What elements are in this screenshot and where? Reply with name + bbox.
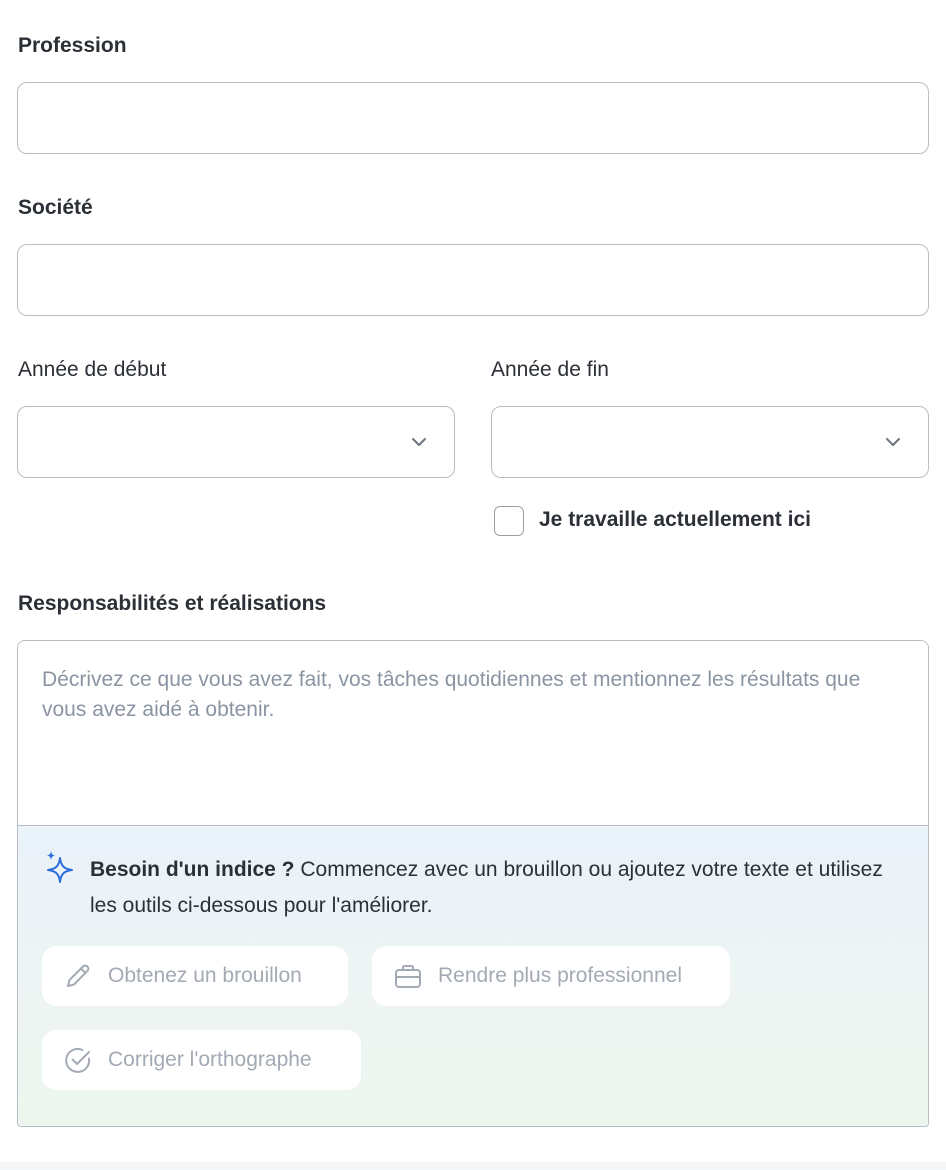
responsibilities-textarea[interactable]	[18, 641, 928, 826]
end-year-select[interactable]	[491, 406, 929, 478]
hint-text: Besoin d'un indice ? Commencez avec un b…	[90, 852, 900, 924]
briefcase-icon	[395, 965, 421, 988]
currently-working-label[interactable]: Je travaille actuellement ici	[539, 508, 811, 532]
pencil-icon	[67, 964, 90, 987]
start-year-select[interactable]	[17, 406, 455, 478]
chevron-down-icon	[412, 438, 426, 446]
profession-label: Profession	[18, 34, 127, 57]
responsibilities-editor: Besoin d'un indice ? Commencez avec un b…	[17, 640, 929, 1127]
get-draft-button[interactable]: Obtenez un brouillon	[42, 946, 348, 1006]
make-professional-button[interactable]: Rendre plus professionnel	[372, 946, 730, 1006]
fix-spelling-button[interactable]: Corriger l'orthographe	[42, 1030, 361, 1090]
currently-working-checkbox[interactable]	[494, 506, 524, 536]
check-circle-icon	[65, 1047, 91, 1073]
divider	[0, 1162, 946, 1170]
responsibilities-label: Responsabilités et réalisations	[18, 592, 327, 615]
chevron-down-icon	[886, 438, 900, 446]
fix-spelling-label: Corriger l'orthographe	[108, 1048, 312, 1071]
make-professional-label: Rendre plus professionnel	[438, 964, 682, 987]
start-year-label: Année de début	[18, 358, 167, 381]
profession-input[interactable]	[17, 82, 929, 154]
company-label: Société	[18, 196, 93, 219]
get-draft-label: Obtenez un brouillon	[108, 964, 302, 987]
hint-title: Besoin d'un indice ?	[90, 858, 295, 881]
company-input[interactable]	[17, 244, 929, 316]
sparkle-icon	[47, 851, 73, 883]
hint-panel: Besoin d'un indice ? Commencez avec un b…	[18, 826, 928, 1126]
end-year-label: Année de fin	[491, 358, 609, 381]
